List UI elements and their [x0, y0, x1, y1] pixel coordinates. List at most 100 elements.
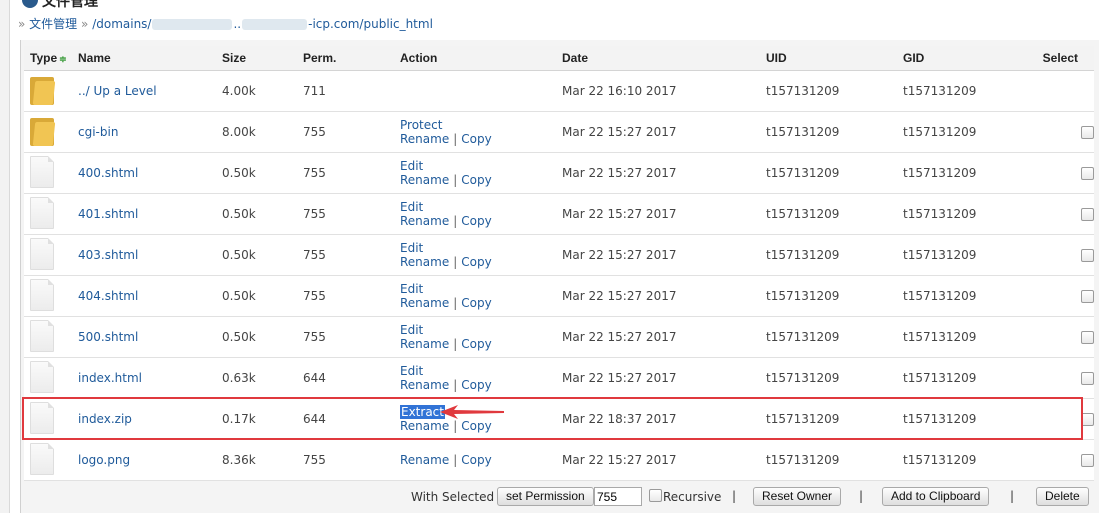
- copy-link[interactable]: Copy: [461, 255, 491, 269]
- file-icon[interactable]: [30, 360, 54, 393]
- action-primary-link[interactable]: Edit: [400, 159, 423, 173]
- recursive-checkbox[interactable]: [649, 489, 662, 502]
- action-separator: |: [453, 214, 458, 228]
- rename-link[interactable]: Rename: [400, 132, 449, 146]
- type-cell: [24, 193, 72, 235]
- rename-link[interactable]: Rename: [400, 296, 449, 310]
- action-primary-link[interactable]: Edit: [400, 364, 423, 378]
- rename-link[interactable]: Rename: [400, 419, 449, 433]
- select-checkbox[interactable]: [1081, 208, 1094, 221]
- page-title: 文件管理: [0, 0, 1100, 10]
- uid-cell: t157131209: [760, 234, 897, 276]
- section-icon: [22, 0, 38, 8]
- gid-cell: t157131209: [897, 316, 1024, 358]
- col-select-header[interactable]: Select: [1024, 46, 1094, 71]
- file-name-link[interactable]: logo.png: [78, 453, 130, 467]
- action-primary-link[interactable]: Extract: [400, 405, 445, 419]
- file-icon[interactable]: [30, 442, 54, 475]
- file-icon[interactable]: [30, 155, 54, 188]
- perm-cell: 755: [297, 193, 394, 235]
- gid-cell: t157131209: [897, 234, 1024, 276]
- copy-link[interactable]: Copy: [461, 173, 491, 187]
- separator: |: [1010, 489, 1015, 503]
- action-primary-link[interactable]: Edit: [400, 282, 423, 296]
- select-checkbox[interactable]: [1081, 290, 1094, 303]
- date-cell: Mar 22 15:27 2017: [556, 152, 760, 194]
- action-separator: |: [453, 132, 458, 146]
- copy-link[interactable]: Copy: [461, 378, 491, 392]
- action-primary-link[interactable]: Edit: [400, 323, 423, 337]
- file-name-link[interactable]: ../ Up a Level: [78, 84, 157, 98]
- rename-link[interactable]: Rename: [400, 173, 449, 187]
- action-primary-link[interactable]: Protect: [400, 118, 442, 132]
- file-name-link[interactable]: 400.shtml: [78, 166, 138, 180]
- file-name-link[interactable]: 500.shtml: [78, 330, 138, 344]
- col-type-header[interactable]: Type ≑: [24, 46, 72, 71]
- action-primary-link[interactable]: Edit: [400, 241, 423, 255]
- folder-icon[interactable]: [30, 75, 56, 105]
- add-to-clipboard-button[interactable]: Add to Clipboard: [882, 487, 990, 506]
- file-icon[interactable]: [30, 237, 54, 270]
- perm-cell: 644: [297, 398, 394, 440]
- select-checkbox[interactable]: [1081, 126, 1094, 139]
- copy-link[interactable]: Copy: [461, 296, 491, 310]
- rename-link[interactable]: Rename: [400, 255, 449, 269]
- select-checkbox[interactable]: [1081, 249, 1094, 262]
- select-checkbox[interactable]: [1081, 454, 1094, 467]
- copy-link[interactable]: Copy: [461, 214, 491, 228]
- select-checkbox[interactable]: [1081, 413, 1094, 426]
- table-row: 403.shtml 0.50k 755 Edit Rename | Copy Mar 22 1…: [24, 234, 1094, 276]
- copy-link[interactable]: Copy: [461, 132, 491, 146]
- file-name-link[interactable]: index.html: [78, 371, 142, 385]
- file-icon[interactable]: [30, 401, 54, 434]
- copy-link[interactable]: Copy: [461, 337, 491, 351]
- file-name-link[interactable]: 403.shtml: [78, 248, 138, 262]
- table-row: index.html 0.63k 644 Edit Rename | Copy Mar 22 …: [24, 357, 1094, 399]
- copy-link[interactable]: Copy: [461, 419, 491, 433]
- type-cell: [24, 111, 72, 153]
- col-size-header[interactable]: Size: [216, 46, 297, 71]
- breadcrumb-path-mid: ..: [233, 17, 242, 31]
- folder-icon[interactable]: [30, 116, 56, 146]
- col-perm-header[interactable]: Perm.: [297, 46, 394, 71]
- rename-link[interactable]: Rename: [400, 214, 449, 228]
- table-row: 400.shtml 0.50k 755 Edit Rename | Copy Mar 22 1…: [24, 152, 1094, 194]
- copy-link[interactable]: Copy: [461, 453, 491, 467]
- file-icon[interactable]: [30, 278, 54, 311]
- action-cell: Rename | Copy: [394, 439, 556, 481]
- gid-cell: t157131209: [897, 111, 1024, 153]
- rename-link[interactable]: Rename: [400, 337, 449, 351]
- col-name-header[interactable]: Name: [72, 46, 216, 71]
- select-checkbox[interactable]: [1081, 331, 1094, 344]
- reset-owner-button[interactable]: Reset Owner: [753, 487, 842, 506]
- name-cell: index.html: [72, 357, 216, 399]
- gid-cell: t157131209: [897, 152, 1024, 194]
- file-name-link[interactable]: 404.shtml: [78, 289, 138, 303]
- breadcrumb-path-end[interactable]: -icp.com/public_html: [308, 17, 433, 31]
- col-gid-header[interactable]: GID: [897, 46, 1024, 71]
- breadcrumb-path-start[interactable]: /domains/: [92, 17, 151, 31]
- file-icon[interactable]: [30, 196, 54, 229]
- select-checkbox[interactable]: [1081, 167, 1094, 180]
- rename-link[interactable]: Rename: [400, 378, 449, 392]
- perm-cell: 755: [297, 111, 394, 153]
- col-date-header[interactable]: Date: [556, 46, 760, 71]
- rename-link[interactable]: Rename: [400, 453, 449, 467]
- file-name-link[interactable]: cgi-bin: [78, 125, 118, 139]
- action-links: Edit Rename | Copy: [400, 159, 556, 187]
- size-cell: 0.50k: [216, 152, 297, 194]
- select-checkbox[interactable]: [1081, 372, 1094, 385]
- set-permission-button[interactable]: set Permission: [497, 487, 594, 506]
- breadcrumb-root-link[interactable]: 文件管理: [29, 17, 77, 31]
- permission-input[interactable]: [594, 487, 642, 506]
- file-name-link[interactable]: index.zip: [78, 412, 132, 426]
- file-icon[interactable]: [30, 319, 54, 352]
- date-cell: Mar 22 18:37 2017: [556, 398, 760, 440]
- action-primary-link[interactable]: Edit: [400, 200, 423, 214]
- col-uid-header[interactable]: UID: [760, 46, 897, 71]
- select-cell: [1024, 316, 1094, 358]
- perm-cell: 711: [297, 70, 394, 112]
- file-name-link[interactable]: 401.shtml: [78, 207, 138, 221]
- delete-button[interactable]: Delete: [1036, 487, 1089, 506]
- action-links: Rename | Copy: [400, 453, 556, 467]
